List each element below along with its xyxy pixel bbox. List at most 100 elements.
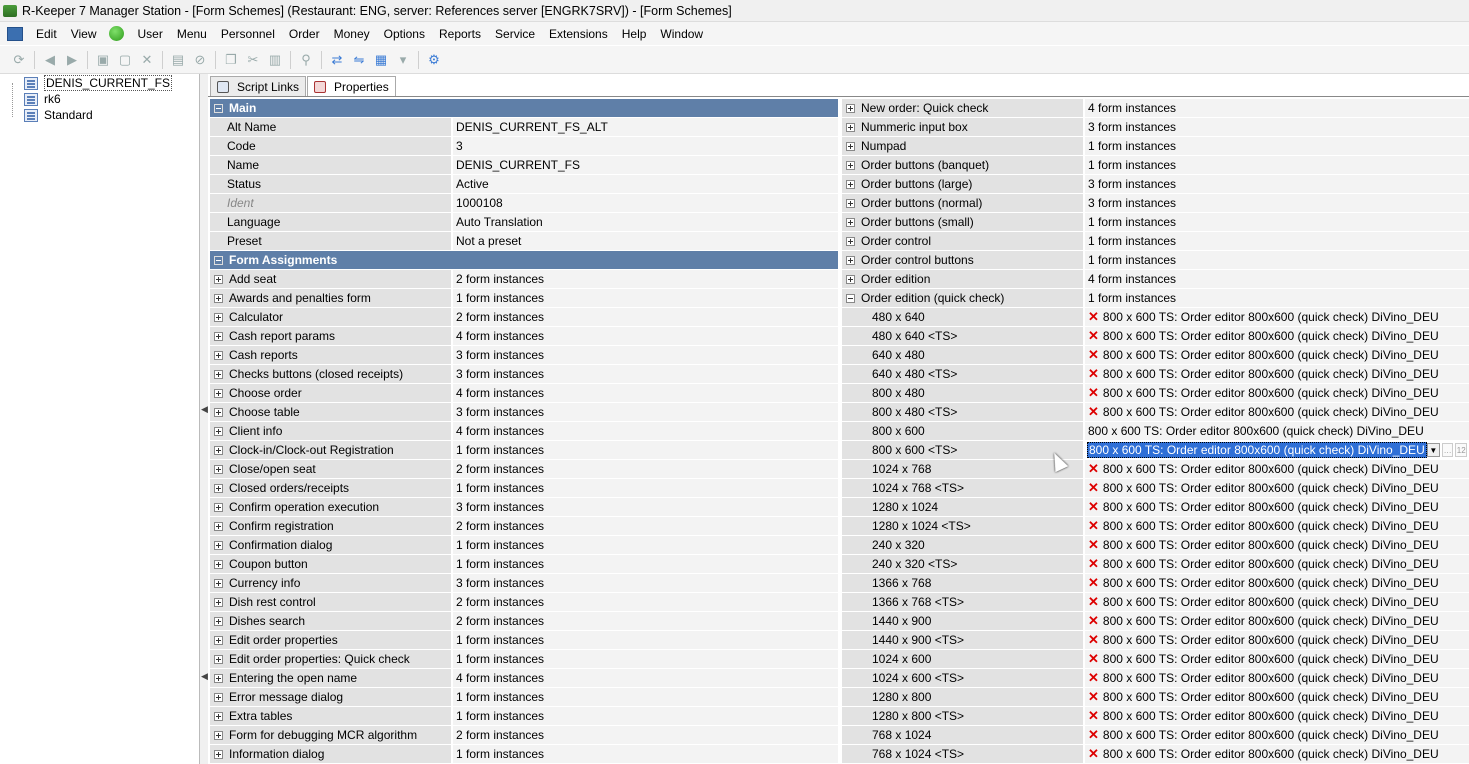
menu-options[interactable]: Options — [377, 27, 432, 41]
form-assignment-row[interactable]: Entering the open name 4 form instances — [210, 669, 838, 688]
collapse-icon[interactable] — [214, 103, 223, 113]
resolution-row[interactable]: 1440 x 900 <TS> ✕ 800 x 600 TS: Order edit… — [842, 631, 1469, 650]
resolution-row[interactable]: 800 x 600 800 x 600 TS: Order editor 800x… — [842, 422, 1469, 441]
property-row[interactable]: Ident 1000108 — [210, 194, 838, 213]
form-assignment-row[interactable]: Choose order 4 form instances — [210, 384, 838, 403]
resolution-row[interactable]: 1024 x 600 ✕ 800 x 600 TS: Order editor 80… — [842, 650, 1469, 669]
menu-window[interactable]: Window — [653, 27, 710, 41]
clear-icon[interactable]: ✕ — [1088, 689, 1099, 705]
expand-icon[interactable] — [214, 350, 223, 360]
clear-icon[interactable]: ✕ — [1088, 309, 1099, 325]
menu-menu[interactable]: Menu — [170, 27, 214, 41]
cut-icon[interactable]: ✂ — [245, 52, 261, 68]
clear-icon[interactable]: ✕ — [1088, 480, 1099, 496]
property-row[interactable]: Status Active — [210, 175, 838, 194]
clear-icon[interactable]: ✕ — [1088, 670, 1099, 686]
resolution-row[interactable]: 240 x 320 <TS> ✕ 800 x 600 TS: Order edito… — [842, 555, 1469, 574]
resolution-row[interactable]: 1024 x 600 <TS> ✕ 800 x 600 TS: Order edit… — [842, 669, 1469, 688]
form-assignment-row[interactable]: Error message dialog 1 form instances — [210, 688, 838, 707]
expand-icon[interactable] — [214, 407, 223, 417]
resolution-row[interactable]: 1280 x 1024 <TS> ✕ 800 x 600 TS: Order edi… — [842, 517, 1469, 536]
expand-icon[interactable] — [846, 217, 855, 227]
property-value[interactable]: 800 x 600 TS: Order editor 800x600 (quic… — [1087, 442, 1427, 458]
menu-user[interactable]: User — [130, 27, 169, 41]
menu-view[interactable]: View — [64, 27, 104, 41]
section-form-assignments[interactable]: Form Assignments — [210, 251, 838, 270]
form-assignment-row[interactable]: Order edition 4 form instances — [842, 270, 1469, 289]
form-assignment-row[interactable]: Order buttons (large) 3 form instances — [842, 175, 1469, 194]
form-assignment-row[interactable]: Order buttons (normal) 3 form instances — [842, 194, 1469, 213]
grid-view-icon[interactable]: ▦ — [373, 52, 389, 68]
resolution-row[interactable]: 640 x 480 ✕ 800 x 600 TS: Order editor 800… — [842, 346, 1469, 365]
expand-icon[interactable] — [214, 730, 223, 740]
expand-icon[interactable] — [214, 749, 223, 759]
expand-icon[interactable] — [214, 388, 223, 398]
resolution-row[interactable]: 1280 x 800 <TS> ✕ 800 x 600 TS: Order edit… — [842, 707, 1469, 726]
ellipsis-button[interactable]: … — [1441, 443, 1454, 457]
resolution-row[interactable]: 240 x 320 ✕ 800 x 600 TS: Order editor 800… — [842, 536, 1469, 555]
expand-icon[interactable] — [846, 255, 855, 265]
tree-item-standard[interactable]: Standard — [24, 107, 93, 123]
expand-icon[interactable] — [214, 521, 223, 531]
tab-script-links[interactable]: Script Links — [210, 76, 307, 96]
menu-reports[interactable]: Reports — [432, 27, 488, 41]
clear-icon[interactable]: ✕ — [1088, 518, 1099, 534]
expand-icon[interactable] — [214, 692, 223, 702]
expand-icon[interactable] — [214, 274, 223, 284]
property-row[interactable]: Code 3 — [210, 137, 838, 156]
collapse-icon[interactable] — [214, 255, 223, 265]
form-assignment-row[interactable]: Order control 1 form instances — [842, 232, 1469, 251]
form-assignment-row[interactable]: Currency info 3 form instances — [210, 574, 838, 593]
copy-icon[interactable]: ❐ — [223, 52, 239, 68]
clear-icon[interactable]: ✕ — [1088, 708, 1099, 724]
clear-icon[interactable]: ✕ — [1088, 328, 1099, 344]
clear-icon[interactable]: ✕ — [1088, 385, 1099, 401]
new-item-icon[interactable]: ▢ — [117, 52, 133, 68]
tree-item-rk6[interactable]: rk6 — [24, 91, 61, 107]
menu-edit[interactable]: Edit — [29, 27, 64, 41]
expand-icon[interactable] — [846, 198, 855, 208]
form-assignment-row[interactable]: Nummeric input box 3 form instances — [842, 118, 1469, 137]
resolution-row[interactable]: 1024 x 768 <TS> ✕ 800 x 600 TS: Order edit… — [842, 479, 1469, 498]
menu-money[interactable]: Money — [327, 27, 377, 41]
form-assignment-row[interactable]: Add seat 2 form instances — [210, 270, 838, 289]
back-icon[interactable]: ◀ — [42, 52, 58, 68]
resolution-row[interactable]: 1366 x 768 <TS> ✕ 800 x 600 TS: Order edit… — [842, 593, 1469, 612]
resolution-row[interactable]: 1366 x 768 ✕ 800 x 600 TS: Order editor 80… — [842, 574, 1469, 593]
collapse-arrow-icon[interactable]: ◀ — [201, 404, 208, 415]
form-assignment-row[interactable]: Order buttons (banquet) 1 form instances — [842, 156, 1469, 175]
clear-icon[interactable]: ✕ — [1088, 746, 1099, 762]
resolution-row[interactable]: 1280 x 800 ✕ 800 x 600 TS: Order editor 80… — [842, 688, 1469, 707]
expand-icon[interactable] — [214, 331, 223, 341]
clear-icon[interactable]: ✕ — [1088, 632, 1099, 648]
property-row[interactable]: Alt Name DENIS_CURRENT_FS_ALT — [210, 118, 838, 137]
expand-icon[interactable] — [214, 445, 223, 455]
expand-icon[interactable] — [214, 502, 223, 512]
resolution-row[interactable]: 1440 x 900 ✕ 800 x 600 TS: Order editor 80… — [842, 612, 1469, 631]
property-row[interactable]: Name DENIS_CURRENT_FS — [210, 156, 838, 175]
form-assignment-row[interactable]: Confirmation dialog 1 form instances — [210, 536, 838, 555]
expand-icon[interactable] — [214, 616, 223, 626]
resolution-row[interactable]: 800 x 480 ✕ 800 x 600 TS: Order editor 800… — [842, 384, 1469, 403]
form-assignment-row[interactable]: Close/open seat 2 form instances — [210, 460, 838, 479]
resolution-row[interactable]: 640 x 480 <TS> ✕ 800 x 600 TS: Order edito… — [842, 365, 1469, 384]
delete-icon[interactable]: ✕ — [139, 52, 155, 68]
form-assignment-row[interactable]: Coupon button 1 form instances — [210, 555, 838, 574]
clear-icon[interactable]: ✕ — [1088, 594, 1099, 610]
menu-service[interactable]: Service — [488, 27, 542, 41]
menu-help[interactable]: Help — [615, 27, 654, 41]
resolution-row[interactable]: 800 x 480 <TS> ✕ 800 x 600 TS: Order edito… — [842, 403, 1469, 422]
form-assignment-row[interactable]: Extra tables 1 form instances — [210, 707, 838, 726]
expand-icon[interactable] — [846, 236, 855, 246]
gear-icon[interactable]: ⚙ — [426, 52, 442, 68]
expand-icon[interactable] — [214, 654, 223, 664]
resolution-row-selected[interactable]: 800 x 600 <TS> 800 x 600 TS: Order editor… — [842, 441, 1469, 460]
expand-icon[interactable] — [846, 122, 855, 132]
expand-icon[interactable] — [214, 293, 223, 303]
clear-icon[interactable]: ✕ — [1088, 366, 1099, 382]
resolution-row[interactable]: 480 x 640 ✕ 800 x 600 TS: Order editor 800… — [842, 308, 1469, 327]
expand-icon[interactable] — [214, 426, 223, 436]
form-assignment-row[interactable]: Information dialog 1 form instances — [210, 745, 838, 764]
forward-icon[interactable]: ▶ — [64, 52, 80, 68]
tab-properties[interactable]: Properties — [307, 76, 396, 96]
